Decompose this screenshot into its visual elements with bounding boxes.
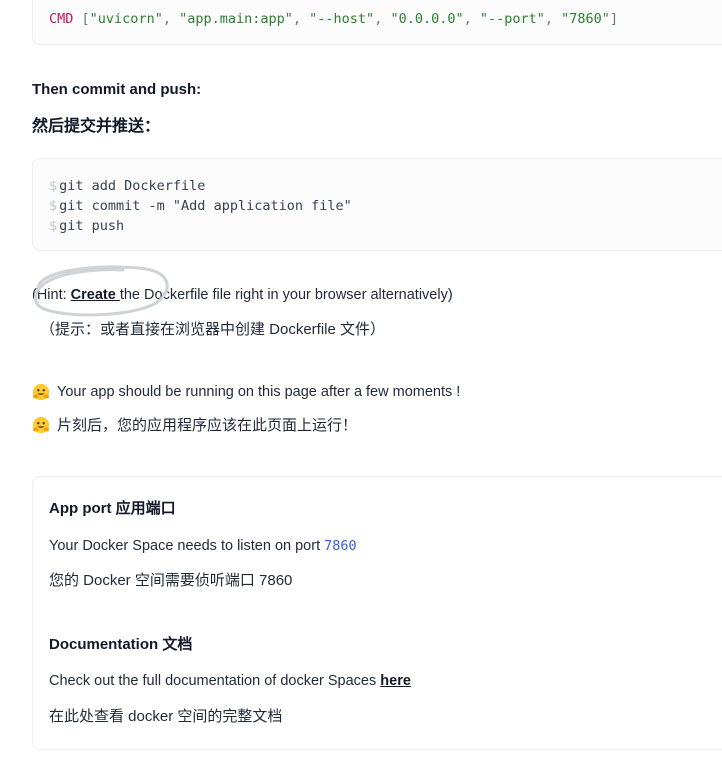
app-port-text-zh: 您的 Docker 空间需要侦听端口 7860 (49, 572, 293, 589)
shell-prompt: $ (49, 198, 58, 214)
app-port-text: Your Docker Space needs to listen on por… (49, 538, 357, 554)
documentation-text: Check out the full documentation of dock… (49, 673, 411, 689)
shell-prompt: $ (49, 218, 58, 234)
cmd-arg: "app.main:app" (179, 11, 293, 27)
running-notice-text-zh: 片刻后，您的应用程序应该在此页面上运行！ (57, 417, 358, 434)
hint-text-zh: （提示：或者直接在浏览器中创建 Dockerfile 文件） (40, 321, 386, 338)
cmd-arg: "--port" (479, 11, 545, 27)
hint-suffix: the Dockerfile file right in your browse… (119, 287, 453, 303)
git-command-text: git push (59, 218, 125, 234)
documentation-text-zh: 在此处查看 docker 空间的完整文档 (49, 708, 283, 725)
app-port-text-en: Your Docker Space needs to listen on por… (49, 538, 321, 554)
dockerfile-cmd-line: CMD ["uvicorn", "app.main:app", "--host"… (49, 11, 619, 27)
hugging-face-emoji-icon (32, 416, 50, 433)
hint-text: (Hint: Create the Dockerfile file right … (32, 287, 453, 303)
app-port-title: App port 应用端口 (49, 500, 176, 517)
git-command-line: $ git push (49, 218, 124, 234)
git-command-line: $ git commit -m "Add application file" (49, 198, 352, 214)
cmd-arg: "7860" (561, 11, 610, 27)
cmd-keyword: CMD (49, 11, 74, 27)
cmd-arg: "uvicorn" (89, 11, 163, 27)
running-notice-zh: 片刻后，您的应用程序应该在此页面上运行！ (32, 414, 357, 435)
cmd-arg: "0.0.0.0" (390, 11, 464, 27)
shell-prompt: $ (49, 178, 58, 194)
documentation-title: Documentation 文档 (49, 636, 193, 653)
git-commands-code-block: $ git add Dockerfile $ git commit -m "Add … (32, 158, 722, 251)
dockerfile-code-block: CMD ["uvicorn", "app.main:app", "--host"… (32, 0, 722, 45)
port-code: 7860 (324, 538, 357, 554)
hugging-face-emoji-icon (32, 383, 50, 401)
running-notice-en: Your app should be running on this page … (32, 383, 460, 401)
git-command-text: git commit -m "Add application file" (59, 198, 352, 214)
documentation-here-link[interactable]: here (380, 673, 411, 689)
hint-prefix: (Hint: (32, 287, 71, 303)
documentation-text-en: Check out the full documentation of dock… (49, 673, 377, 689)
commit-heading-zh: 然后提交并推送： (32, 118, 161, 135)
running-notice-text: Your app should be running on this page … (57, 384, 461, 400)
commit-heading-en: Then commit and push: (32, 81, 202, 98)
git-command-text: git add Dockerfile (59, 178, 206, 194)
cmd-arg: "--host" (309, 11, 375, 27)
space-info-card: App port 应用端口 Your Docker Space needs to… (32, 476, 722, 750)
git-command-line: $ git add Dockerfile (49, 178, 205, 194)
create-dockerfile-link[interactable]: Create (71, 287, 120, 303)
